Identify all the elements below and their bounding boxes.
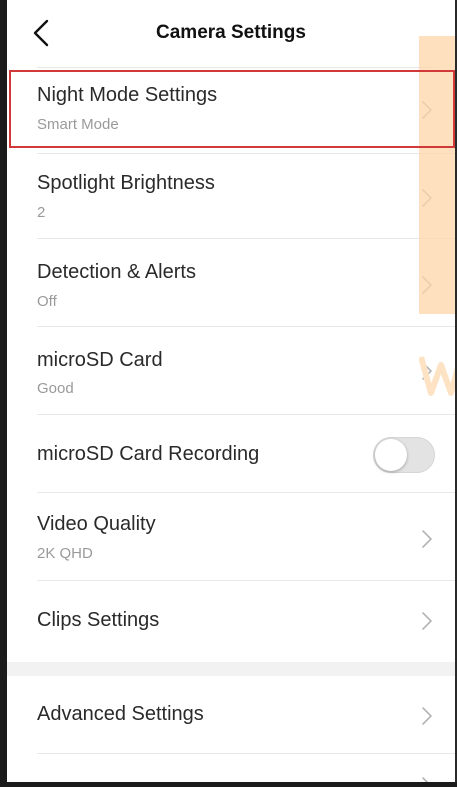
microsd-recording-row: microSD Card Recording: [7, 415, 455, 493]
toggle-knob: [375, 439, 407, 471]
row-label: microSD Card: [37, 349, 163, 371]
header: Camera Settings: [7, 0, 455, 68]
section-separator: [7, 662, 455, 676]
row-label: microSD Card Recording: [37, 443, 260, 465]
night-mode-settings-row[interactable]: Night Mode Settings Smart Mode: [7, 68, 455, 154]
screen-edge-left: [0, 0, 7, 787]
row-label: Clips Settings: [37, 609, 160, 631]
screen-edge-bottom: [0, 782, 457, 787]
row-value: Smart Mode: [37, 116, 119, 133]
chevron-right-icon: [422, 530, 432, 548]
overlay-highlight-strip: [419, 36, 457, 314]
row-value: Good: [37, 380, 74, 397]
row-value: 2K QHD: [37, 545, 93, 562]
row-label: Night Mode Settings: [37, 84, 218, 106]
page-title: Camera Settings: [156, 22, 306, 43]
video-quality-row[interactable]: Video Quality 2K QHD: [7, 493, 455, 581]
row-label: Video Quality: [37, 513, 156, 535]
row-value: 2: [37, 204, 46, 221]
clips-settings-row[interactable]: Clips Settings: [7, 581, 455, 662]
camera-settings-screen: Camera Settings Night Mode Settings Smar…: [0, 0, 457, 787]
chevron-right-icon: [422, 612, 432, 630]
row-value: Off: [37, 293, 57, 310]
microsd-card-row[interactable]: microSD Card Good: [7, 327, 455, 415]
row-label: Detection & Alerts: [37, 261, 196, 283]
detection-alerts-row[interactable]: Detection & Alerts Off: [7, 239, 455, 327]
row-label: Spotlight Brightness: [37, 172, 215, 194]
chevron-right-icon: [422, 707, 432, 725]
watermark-mark: [419, 355, 457, 397]
row-label: Advanced Settings: [37, 703, 204, 725]
spotlight-brightness-row[interactable]: Spotlight Brightness 2: [7, 154, 455, 239]
advanced-settings-row[interactable]: Advanced Settings: [7, 676, 455, 754]
microsd-recording-toggle[interactable]: [373, 437, 435, 473]
